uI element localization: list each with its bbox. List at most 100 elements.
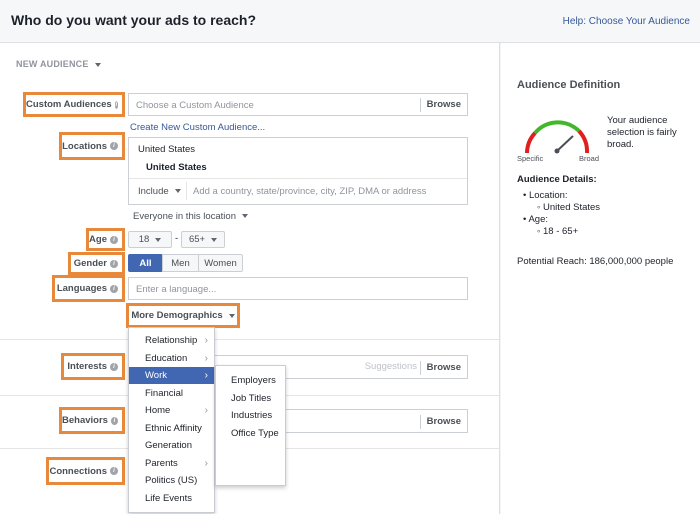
- gender-all-button[interactable]: All: [128, 254, 163, 272]
- page-title: Who do you want your ads to reach?: [11, 12, 257, 28]
- location-detail-value: ◦ United States: [537, 202, 601, 213]
- help-link[interactable]: Help: Choose Your Audience: [563, 16, 690, 27]
- chevron-right-icon: ›: [204, 352, 208, 364]
- custom-audience-browse-button[interactable]: Browse: [419, 98, 467, 112]
- audience-definition-title: Audience Definition: [517, 79, 621, 91]
- menu-item-label: Education: [145, 352, 188, 364]
- audience-definition-panel: Audience Definition Specific Broad Your …: [501, 43, 700, 514]
- menu-item-label: Home: [145, 405, 171, 416]
- languages-label: Languages i: [52, 275, 125, 302]
- info-icon[interactable]: i: [110, 284, 118, 293]
- demographics-menu-item[interactable]: Home ›: [129, 402, 214, 419]
- languages-label-text: Languages: [56, 283, 107, 294]
- location-selected[interactable]: United States: [146, 162, 207, 173]
- work-submenu: Employers Job Titles Industries Office Type: [215, 365, 286, 486]
- chevron-right-icon: ›: [204, 335, 208, 346]
- interests-suggestions-button[interactable]: Suggestions: [365, 361, 417, 372]
- demographics-menu-item[interactable]: Ethnic Affinity: [129, 420, 214, 437]
- demographics-menu-item[interactable]: Education ›: [129, 350, 214, 367]
- interests-label-text: Interests: [67, 361, 107, 372]
- more-demographics-label: More Demographics: [131, 310, 223, 321]
- locations-label: Locations i: [59, 132, 125, 160]
- location-search-input[interactable]: Add a country, state/province, city, ZIP…: [193, 186, 426, 197]
- language-input[interactable]: Enter a language...: [128, 277, 468, 300]
- location-detail: • Location:: [523, 190, 568, 201]
- info-icon[interactable]: i: [110, 142, 118, 150]
- page-header: Who do you want your ads to reach? Help:…: [0, 0, 700, 43]
- age-max-select[interactable]: 65+: [181, 231, 225, 248]
- everyone-location-label: Everyone in this location: [133, 211, 236, 222]
- locations-box: United States United States Include Add …: [128, 137, 468, 205]
- chevron-right-icon: ›: [204, 457, 208, 469]
- info-icon[interactable]: i: [114, 100, 118, 109]
- menu-item-label: Financial: [145, 387, 184, 399]
- demographics-menu-item[interactable]: Politics (US): [129, 472, 214, 489]
- info-icon[interactable]: i: [110, 416, 118, 425]
- age-dash: -: [175, 233, 179, 244]
- age-detail-value: ◦ 18 - 65+: [537, 226, 579, 237]
- chevron-down-icon: [241, 214, 248, 219]
- gender-men-button[interactable]: Men: [162, 254, 199, 272]
- everyone-location-dropdown[interactable]: Everyone in this location: [133, 211, 248, 222]
- more-demographics-button[interactable]: More Demographics: [126, 303, 240, 328]
- gauge-green-arc: [533, 120, 581, 135]
- menu-item-label: Generation: [145, 440, 193, 451]
- interests-label: Interests i: [61, 353, 125, 380]
- info-icon[interactable]: i: [110, 235, 118, 244]
- custom-audiences-label: Custom Audiences i: [23, 92, 125, 117]
- age-label-text: Age: [89, 234, 107, 245]
- age-detail-label: Age:: [528, 214, 548, 225]
- info-icon[interactable]: i: [110, 467, 118, 475]
- demographics-menu-item[interactable]: Parents ›: [129, 455, 214, 472]
- location-detail-value-text: United States: [543, 202, 601, 213]
- work-submenu-item[interactable]: Employers: [216, 372, 285, 389]
- connections-label-text: Connections: [49, 465, 107, 477]
- age-min-value: 18: [138, 234, 150, 245]
- divider: [129, 178, 467, 179]
- include-dropdown[interactable]: Include: [138, 186, 181, 197]
- demographics-menu: Relationship › Education › Work › Financial Hom…: [128, 327, 215, 513]
- menu-item-label: Life Events: [145, 492, 192, 504]
- audience-details-title: Audience Details:: [517, 174, 597, 185]
- chevron-down-icon: [94, 62, 101, 67]
- work-submenu-item[interactable]: Industries: [216, 407, 285, 424]
- gender-women-button[interactable]: Women: [198, 254, 243, 272]
- demographics-menu-item[interactable]: Generation: [129, 437, 214, 454]
- menu-item-label: Relationship: [145, 335, 198, 346]
- demographics-menu-item[interactable]: Relationship ›: [129, 332, 214, 349]
- demographics-menu-item[interactable]: Life Events: [129, 490, 214, 507]
- chevron-down-icon: [155, 237, 162, 242]
- chevron-right-icon: ›: [204, 370, 208, 381]
- menu-item-label: Ethnic Affinity: [145, 422, 202, 434]
- work-submenu-item[interactable]: Office Type: [216, 425, 285, 442]
- create-custom-audience-link[interactable]: Create New Custom Audience...: [130, 122, 265, 133]
- potential-reach: Potential Reach: 186,000,000 people: [517, 256, 674, 267]
- menu-item-label: Parents: [145, 457, 178, 469]
- language-placeholder: Enter a language...: [136, 284, 217, 295]
- age-max-value: 65+: [188, 234, 206, 245]
- custom-audience-input[interactable]: Choose a Custom Audience Browse: [128, 93, 468, 116]
- menu-item-label: Politics (US): [145, 475, 198, 486]
- new-audience-dropdown[interactable]: NEW AUDIENCE: [16, 59, 101, 69]
- chevron-right-icon: ›: [204, 405, 208, 416]
- info-icon[interactable]: i: [110, 362, 118, 371]
- divider: [186, 182, 187, 200]
- gauge-red-arc: [525, 131, 537, 154]
- gauge-red-arc-right: [577, 129, 590, 154]
- chevron-down-icon: [228, 313, 235, 318]
- demographics-menu-item[interactable]: Work ›: [129, 367, 214, 384]
- age-detail-value-text: 18 - 65+: [543, 226, 579, 237]
- age-label: Age i: [86, 228, 125, 251]
- info-icon[interactable]: i: [110, 259, 118, 268]
- gauge-pivot: [554, 148, 560, 154]
- connections-label: Connections i: [46, 457, 125, 485]
- location-country: United States: [138, 144, 196, 155]
- work-submenu-item[interactable]: Job Titles: [216, 390, 285, 407]
- age-min-select[interactable]: 18: [128, 231, 172, 248]
- behaviors-browse-button[interactable]: Browse: [419, 415, 467, 429]
- interests-browse-button[interactable]: Browse: [419, 361, 467, 375]
- demographics-menu-item[interactable]: Financial: [129, 385, 214, 402]
- behaviors-label-text: Behaviors: [62, 415, 108, 426]
- gender-label: Gender i: [68, 252, 125, 275]
- chevron-down-icon: [174, 189, 181, 194]
